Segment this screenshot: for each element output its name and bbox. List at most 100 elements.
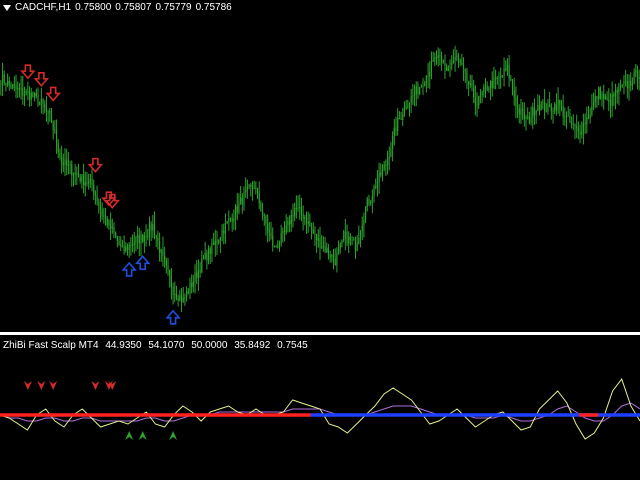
candle-body <box>28 91 31 100</box>
candle-body <box>219 237 221 241</box>
candle-body <box>435 57 438 59</box>
candle-body <box>224 222 227 234</box>
indicator-chart[interactable] <box>0 335 640 480</box>
candle-body <box>616 90 618 93</box>
candle-body <box>606 96 608 100</box>
candle-body <box>542 101 544 104</box>
candle-body <box>123 246 125 252</box>
candle-body <box>528 116 530 123</box>
candle-body <box>486 85 488 90</box>
candle-body <box>272 236 274 246</box>
candle-body <box>184 297 186 299</box>
candle-body <box>392 135 394 149</box>
candle-body <box>162 249 164 256</box>
candle-body <box>557 100 559 111</box>
candle-body <box>74 172 76 175</box>
candle-body <box>275 245 277 247</box>
candle-body <box>234 206 237 219</box>
candle-body <box>165 260 167 266</box>
candle-body <box>462 64 465 69</box>
candle-body <box>481 92 483 96</box>
candle-body <box>72 174 75 176</box>
candle-body <box>268 230 270 233</box>
candle-body <box>148 223 151 237</box>
candle-body <box>489 80 492 89</box>
candle-body <box>520 108 522 115</box>
candle-body <box>560 105 563 107</box>
candle-body <box>76 172 78 175</box>
candle-body <box>508 64 510 79</box>
candle-body <box>466 71 468 82</box>
candle-body <box>601 93 603 100</box>
candle-body <box>579 131 581 135</box>
candle-body <box>582 122 585 133</box>
candle-body <box>609 100 612 106</box>
candle-body <box>522 108 524 112</box>
candle-body <box>336 253 338 266</box>
candle-body <box>201 258 203 273</box>
indicator-pane[interactable]: ZhiBi Fast Scalp MT4 44.9350 54.1070 50.… <box>0 335 640 480</box>
candle-body <box>89 178 91 181</box>
candle-body <box>630 80 632 86</box>
candle-body <box>290 214 292 225</box>
candle-body <box>346 231 348 244</box>
candle-body <box>118 241 120 245</box>
candle-body <box>446 66 448 71</box>
candle-body <box>20 88 22 90</box>
candle-body <box>45 107 48 112</box>
candle-body <box>457 55 460 60</box>
candle-body <box>415 86 417 95</box>
candle-body <box>236 206 238 213</box>
candle-body <box>116 236 118 242</box>
candle-body <box>442 59 444 64</box>
price-chart-pane[interactable]: CADCHF,H1 0.75800 0.75807 0.75779 0.7578… <box>0 0 640 332</box>
candle-body <box>216 240 218 243</box>
sell-marker-icon <box>37 381 46 390</box>
candle-body <box>1 74 4 84</box>
candle-body <box>380 172 382 176</box>
candle-body <box>177 297 179 301</box>
candle-body <box>50 113 53 123</box>
candle-body <box>343 238 345 240</box>
candle-body <box>115 232 117 237</box>
candle-body <box>356 243 358 251</box>
candle-body <box>503 68 505 76</box>
candle-body <box>351 240 353 242</box>
candle-body <box>554 104 556 112</box>
candle-body <box>523 111 525 120</box>
candle-body <box>544 101 546 112</box>
candle-body <box>94 193 96 196</box>
candle-body <box>302 213 304 219</box>
price-chart[interactable] <box>0 0 640 332</box>
candle-body <box>99 205 102 210</box>
candle-body <box>231 218 233 222</box>
candle-body <box>598 87 600 100</box>
candle-body <box>246 186 248 191</box>
candle-body <box>260 203 262 212</box>
candle-body <box>103 215 105 217</box>
sell-marker-icon <box>23 381 32 390</box>
candle-body <box>586 117 588 125</box>
candle-body <box>427 75 429 77</box>
candle-body <box>49 110 51 114</box>
candle-body <box>226 221 228 223</box>
candle-body <box>52 122 54 130</box>
candle-body <box>370 200 372 204</box>
candle-body <box>354 239 357 251</box>
candle-body <box>461 62 463 65</box>
candle-body <box>35 93 37 96</box>
candle-body <box>263 214 265 216</box>
indicator-name: ZhiBi Fast Scalp MT4 <box>3 340 99 351</box>
dropdown-triangle-icon[interactable] <box>3 4 11 11</box>
candle-body <box>430 61 433 73</box>
candle-body <box>459 59 461 63</box>
candle-body <box>413 94 416 96</box>
candle-body <box>40 98 42 103</box>
candle-body <box>179 295 181 301</box>
candle-body <box>398 118 400 120</box>
high-price: 0.75807 <box>115 2 152 13</box>
candle-body <box>37 95 39 106</box>
candle-body <box>164 255 166 261</box>
candle-body <box>113 226 115 233</box>
candle-body <box>131 244 134 246</box>
